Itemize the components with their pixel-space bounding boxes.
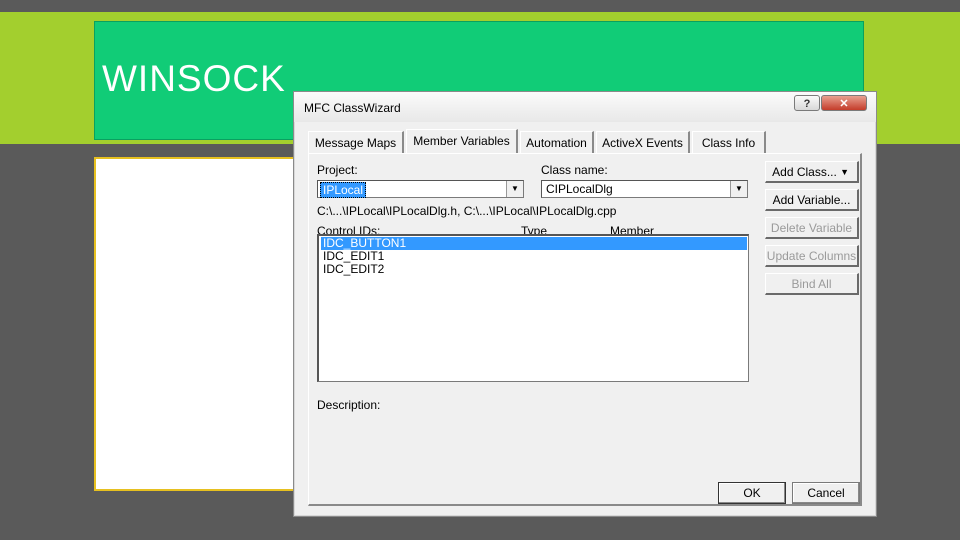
slide-title: WINSOCK	[102, 58, 286, 99]
project-value: IPLocal	[320, 182, 367, 198]
list-item[interactable]: IDC_EDIT2	[321, 263, 747, 276]
help-button[interactable]: ?	[794, 95, 820, 111]
classwizard-dialog: MFC ClassWizard ? ✕ Message Maps Member …	[293, 91, 877, 517]
class-name-combo[interactable]: CIPLocalDlg ▼	[541, 180, 748, 198]
file-paths: C:\...\IPLocal\IPLocalDlg.h, C:\...\IPLo…	[317, 204, 617, 218]
add-class-button[interactable]: Add Class... ▼	[765, 161, 859, 183]
list-item[interactable]: IDC_BUTTON1	[321, 237, 747, 250]
tab-activex-events[interactable]: ActiveX Events	[596, 131, 690, 153]
chevron-down-icon: ▼	[840, 167, 849, 177]
member-variables-panel: Project: IPLocal ▼ Class name: CIPLocalD…	[308, 153, 862, 506]
control-ids-list[interactable]: IDC_BUTTON1 IDC_EDIT1 IDC_EDIT2	[317, 234, 749, 382]
chevron-down-icon[interactable]: ▼	[506, 181, 523, 197]
project-combo[interactable]: IPLocal ▼	[317, 180, 524, 198]
add-variable-button[interactable]: Add Variable...	[765, 189, 859, 211]
tab-member-variables[interactable]: Member Variables	[406, 129, 518, 153]
project-label: Project:	[317, 163, 358, 177]
dialog-titlebar[interactable]: MFC ClassWizard ? ✕	[294, 92, 876, 122]
class-name-value: CIPLocalDlg	[546, 182, 613, 196]
description-label: Description:	[317, 398, 381, 412]
dialog-title: MFC ClassWizard	[304, 101, 401, 115]
delete-variable-button[interactable]: Delete Variable	[765, 217, 859, 239]
tab-automation[interactable]: Automation	[520, 131, 594, 153]
tab-message-maps[interactable]: Message Maps	[308, 131, 404, 153]
tab-class-info[interactable]: Class Info	[692, 131, 766, 153]
update-columns-button[interactable]: Update Columns	[765, 245, 859, 267]
class-name-label: Class name:	[541, 163, 608, 177]
ok-button[interactable]: OK	[718, 482, 786, 504]
bind-all-button[interactable]: Bind All	[765, 273, 859, 295]
content-box	[94, 157, 309, 491]
cancel-button[interactable]: Cancel	[792, 482, 860, 504]
chevron-down-icon[interactable]: ▼	[730, 181, 747, 197]
list-item[interactable]: IDC_EDIT1	[321, 250, 747, 263]
add-class-label: Add Class...	[772, 165, 837, 179]
dialog-client: Message Maps Member Variables Automation…	[302, 122, 868, 510]
close-button[interactable]: ✕	[821, 95, 867, 111]
